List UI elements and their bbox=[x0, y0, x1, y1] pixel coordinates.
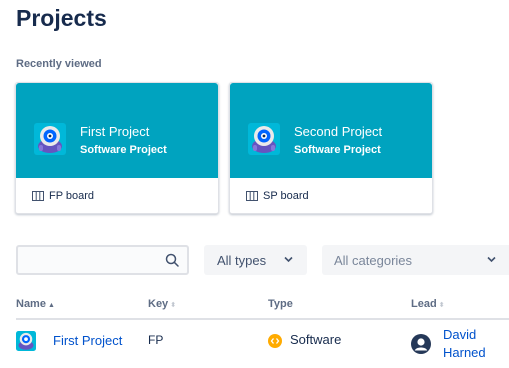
project-card-second[interactable]: Second Project Software Project SP board bbox=[229, 82, 433, 214]
project-avatar-icon bbox=[16, 331, 36, 351]
column-header-label: Type bbox=[268, 298, 293, 310]
sp-board-link[interactable]: SP board bbox=[230, 178, 432, 214]
project-lead-link[interactable]: David Harned bbox=[443, 326, 503, 362]
sort-icon: ⬍ bbox=[170, 302, 177, 309]
column-header-label: Name bbox=[16, 298, 46, 310]
board-icon bbox=[32, 191, 44, 201]
board-link-label: SP board bbox=[263, 190, 309, 202]
categories-filter-dropdown[interactable]: All categories bbox=[322, 245, 509, 275]
types-filter-dropdown[interactable]: All types bbox=[204, 245, 307, 275]
card-header: First Project Software Project bbox=[16, 83, 218, 178]
chevron-down-icon bbox=[284, 256, 293, 263]
sort-icon: ⬍ bbox=[438, 302, 445, 309]
column-header-key[interactable]: Key ⬍ bbox=[148, 298, 176, 310]
software-icon bbox=[268, 334, 282, 348]
user-avatar-icon bbox=[411, 334, 431, 354]
page-title: Projects bbox=[16, 5, 107, 31]
sort-ascending-icon: ▲ bbox=[47, 302, 55, 309]
card-header: Second Project Software Project bbox=[230, 83, 432, 178]
fp-board-link[interactable]: FP board bbox=[16, 178, 218, 214]
types-filter-label: All types bbox=[217, 252, 267, 268]
column-header-name[interactable]: Name ▲ bbox=[16, 298, 55, 310]
card-project-name: Second Project bbox=[294, 124, 383, 139]
chevron-down-icon bbox=[487, 256, 496, 263]
column-header-label: Key bbox=[148, 298, 169, 310]
card-project-type: Software Project bbox=[80, 144, 167, 156]
recently-viewed-label: Recently viewed bbox=[16, 58, 102, 70]
column-header-label: Lead bbox=[411, 298, 437, 310]
categories-filter-label: All categories bbox=[334, 252, 413, 268]
project-avatar-icon bbox=[34, 123, 66, 155]
project-key: FP bbox=[148, 333, 164, 347]
project-name-link[interactable]: First Project bbox=[53, 333, 122, 348]
project-type: Software bbox=[290, 332, 342, 347]
board-link-label: FP board bbox=[49, 190, 95, 202]
column-header-type: Type bbox=[268, 298, 293, 310]
search-input[interactable] bbox=[16, 245, 189, 275]
board-icon bbox=[246, 191, 258, 201]
card-project-name: First Project bbox=[80, 124, 150, 139]
table-header-divider bbox=[16, 318, 509, 320]
project-card-first[interactable]: First Project Software Project FP board bbox=[15, 82, 219, 214]
search-icon bbox=[165, 253, 179, 267]
card-project-type: Software Project bbox=[294, 144, 381, 156]
project-avatar-icon bbox=[248, 123, 280, 155]
column-header-lead[interactable]: Lead ⬍ bbox=[411, 298, 445, 310]
